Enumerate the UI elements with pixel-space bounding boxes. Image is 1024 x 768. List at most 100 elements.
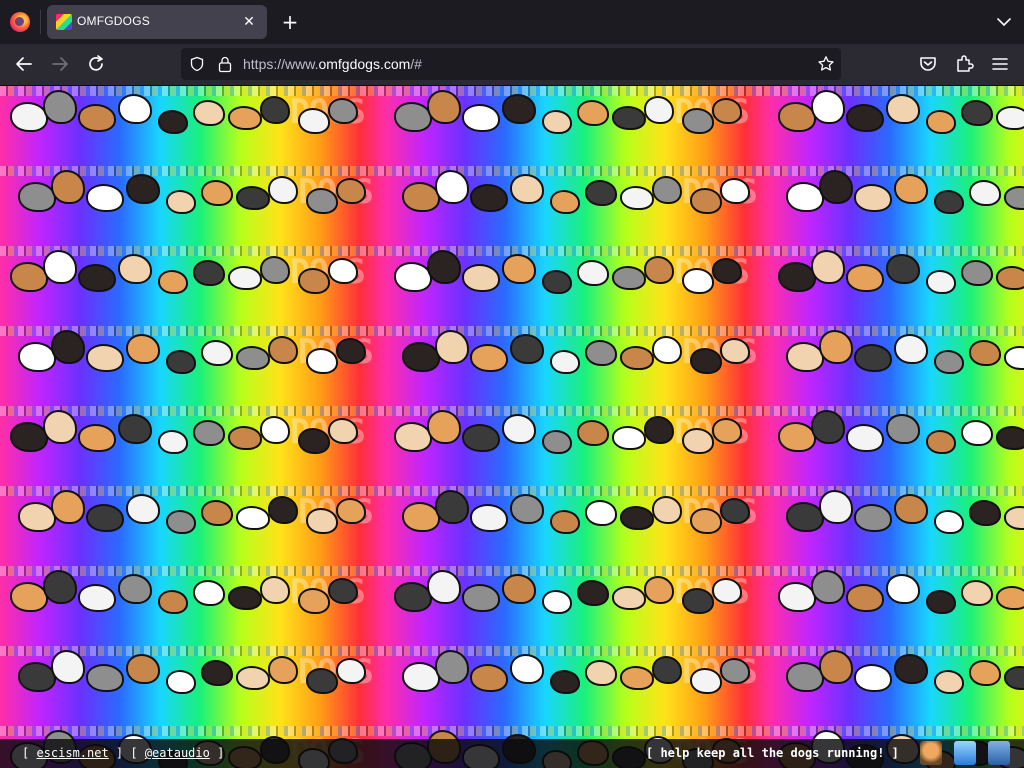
chevron-down-icon[interactable]	[994, 12, 1014, 32]
dog-sprite	[120, 576, 150, 602]
paypal-dog-icon[interactable]	[988, 741, 1010, 765]
firefox-logo-icon[interactable]	[10, 12, 30, 32]
dog-sprite	[622, 668, 652, 688]
dog-sprite	[20, 504, 54, 530]
tab-omfgdogs[interactable]: OMFGDOGS ✕	[47, 5, 267, 39]
donate-text: [ help keep all the dogs running! ]	[646, 746, 899, 760]
dog-sprite	[684, 430, 712, 452]
bracket-text: [	[22, 746, 37, 760]
dog-sprite	[300, 270, 328, 292]
dog-sprite	[848, 106, 882, 130]
dog-sprite	[856, 506, 890, 530]
dog-sprite	[622, 348, 652, 368]
dogs-tile: DOGS	[384, 246, 768, 326]
dog-sprite	[963, 582, 991, 604]
dog-sprite	[587, 342, 615, 364]
dog-sprite	[396, 584, 430, 610]
forward-arrow-icon[interactable]	[49, 53, 71, 75]
dog-sprite	[45, 252, 75, 282]
dog-sprite	[821, 492, 851, 522]
back-arrow-icon[interactable]	[13, 53, 35, 75]
dog-sprite	[472, 666, 506, 690]
dog-sprite	[971, 342, 999, 364]
dog-sprite	[300, 590, 328, 612]
dog-sprite	[848, 426, 882, 450]
dog-sprite	[654, 338, 680, 362]
dogs-tile: DOGS	[768, 86, 1024, 166]
dogs-tile: DOGS	[768, 246, 1024, 326]
dog-sprite	[692, 350, 720, 372]
star-icon[interactable]	[817, 55, 835, 73]
dog-sprite	[464, 426, 498, 450]
dog-sprite	[195, 582, 223, 604]
dog-sprite	[888, 416, 918, 442]
dog-sprite	[654, 178, 680, 202]
dog-sprite	[12, 424, 46, 450]
dog-sprite	[270, 178, 296, 202]
dog-sprite	[437, 652, 467, 682]
dog-sprite	[780, 104, 814, 130]
dog-sprite	[88, 346, 122, 370]
dog-sprite	[856, 346, 890, 370]
lock-icon[interactable]	[217, 55, 233, 73]
dog-sprite	[971, 502, 999, 524]
dog-sprite	[504, 416, 534, 442]
dog-sprite	[1006, 188, 1024, 208]
dog-sprite	[12, 264, 46, 290]
dog-sprite	[88, 666, 122, 690]
dog-sprite	[654, 498, 680, 522]
cat-icon[interactable]	[920, 741, 942, 765]
escism-link[interactable]: escism.net	[36, 746, 108, 760]
dog-sprite	[780, 584, 814, 610]
tab-title: OMFGDOGS	[77, 14, 150, 28]
dog-sprite	[472, 506, 506, 530]
dog-sprite	[579, 102, 607, 124]
dog-sprite	[722, 180, 748, 202]
url-text[interactable]: https://www.omfgdogs.com/#	[243, 56, 422, 72]
dog-sprite	[692, 510, 720, 532]
dogs-tile: DOGS	[384, 406, 768, 486]
dog-sprite	[971, 662, 999, 684]
dog-sprite	[404, 184, 438, 210]
dog-sprite	[888, 96, 918, 122]
dog-sprite	[504, 256, 534, 282]
eataudio-link[interactable]: @eataudio	[145, 746, 210, 760]
dog-sprite	[971, 182, 999, 204]
dog-sprite	[788, 184, 822, 210]
dog-sprite	[587, 502, 615, 524]
dog-sprite	[195, 262, 223, 284]
extensions-icon[interactable]	[953, 53, 975, 75]
dog-sprite	[552, 672, 578, 692]
new-tab-button[interactable]: +	[279, 11, 301, 33]
dog-sprite	[404, 664, 438, 690]
reload-icon[interactable]	[85, 53, 107, 75]
dog-sprite	[168, 352, 194, 372]
address-bar[interactable]: https://www.omfgdogs.com/#	[181, 48, 841, 80]
dog-sprite	[80, 106, 114, 130]
dogs-tile: DOGS	[0, 86, 384, 166]
pocket-icon[interactable]	[917, 53, 939, 75]
bitcoin-logo-icon[interactable]	[954, 741, 976, 765]
dog-sprite	[262, 418, 288, 442]
dog-sprite	[928, 272, 954, 292]
hamburger-menu-icon[interactable]	[989, 53, 1011, 75]
dog-sprite	[160, 432, 186, 452]
dog-sprite	[160, 112, 186, 132]
dog-sprite	[168, 672, 194, 692]
dog-sprite	[646, 578, 672, 602]
close-icon[interactable]: ✕	[239, 12, 259, 32]
tab-strip: OMFGDOGS ✕ +	[0, 0, 1024, 44]
dog-sprite	[308, 190, 336, 212]
tracking-shield-icon[interactable]	[189, 56, 205, 72]
dog-sprite	[813, 412, 843, 442]
dog-sprite	[338, 500, 364, 522]
dog-sprite	[692, 190, 720, 212]
dog-sprite	[936, 192, 962, 212]
dog-sprite	[270, 498, 296, 522]
dog-sprite	[120, 96, 150, 122]
dog-sprite	[45, 412, 75, 442]
dog-sprite	[20, 344, 54, 370]
dog-sprite	[308, 350, 336, 372]
dog-sprite	[963, 102, 991, 124]
dogs-tile: DOGS	[0, 406, 384, 486]
